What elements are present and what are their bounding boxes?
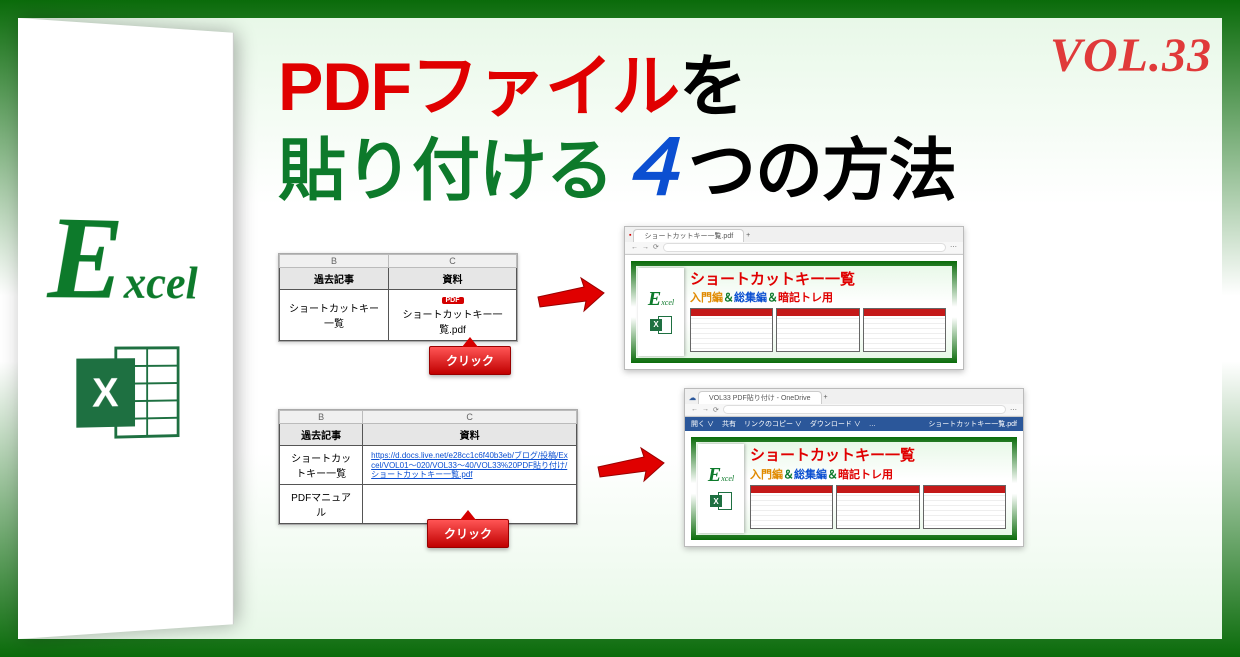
pdf-badge-icon: PDF: [442, 297, 464, 304]
mini-title: ショートカットキー一覧: [690, 271, 855, 288]
table-cell-link[interactable]: https://d.docs.live.net/e28cc1c6f40b3eb/…: [363, 446, 577, 485]
mini-door-panel: Excel X: [638, 268, 684, 357]
hyperlink-text[interactable]: https://d.docs.live.net/e28cc1c6f40b3eb/…: [371, 451, 568, 480]
excel-icon-x: X: [76, 358, 135, 427]
nav-forward-icon[interactable]: →: [642, 244, 649, 251]
table-header-right: 資料: [363, 424, 577, 446]
nav-forward-icon[interactable]: →: [702, 406, 709, 413]
toolbar-open[interactable]: 開く ∨: [691, 419, 714, 429]
excel-snippet-2: B C 過去記事 資料 ショートカットキー一覧 https://d.docs.l…: [278, 409, 578, 525]
excel-icon: X: [76, 338, 179, 447]
mini-subtitle: 入門編＆総集編＆暗記トレ用: [690, 289, 946, 305]
mini-tables: [690, 308, 946, 352]
example-row-2: B C 過去記事 資料 ショートカットキー一覧 https://d.docs.l…: [278, 388, 1202, 547]
mini-excel-icon: X: [650, 314, 672, 336]
mini-excel-icon: X: [710, 490, 732, 512]
title-part-wo: を: [679, 49, 746, 125]
pdf-page-thumbnail: VOL. 48 Excel X: [631, 261, 957, 364]
col-header-b: B: [280, 255, 389, 268]
toolbar-filename: ショートカットキー一覧.pdf: [928, 419, 1017, 429]
click-callout-2: クリック: [427, 519, 509, 548]
door-panel: Excel X: [18, 18, 234, 639]
table-cell-pdf-object[interactable]: PDF ショートカットキー一覧.pdf: [389, 290, 517, 341]
examples: B C 過去記事 資料 ショートカットキー一覧 PDF: [278, 226, 1202, 547]
table-cell-left: ショートカットキー一覧: [280, 446, 363, 485]
toolbar-copylink[interactable]: リンクのコピー ∨: [744, 419, 802, 429]
address-bar[interactable]: [663, 243, 946, 252]
table-cell-left: ショートカットキー一覧: [280, 290, 389, 341]
browser-chrome: ▪ ショートカットキー一覧.pdf + ← → ⟳ ⋯: [625, 227, 963, 255]
title-part-ways: つの方法: [688, 133, 956, 209]
excel-wordmark: Excel: [28, 209, 224, 310]
browser-preview-2: ☁ VOL33 PDF貼り付け - OneDrive + ← → ⟳ ⋯: [684, 388, 1024, 547]
col-header-b: B: [280, 411, 363, 424]
address-bar[interactable]: [723, 405, 1006, 414]
table-header-right: 資料: [389, 268, 517, 290]
toolbar-share[interactable]: 共有: [722, 419, 736, 429]
nav-reload-icon[interactable]: ⟳: [713, 406, 719, 414]
title-part-paste: 貼り付ける: [278, 133, 613, 209]
browser-preview-1: ▪ ショートカットキー一覧.pdf + ← → ⟳ ⋯: [624, 226, 964, 371]
browser-chrome: ☁ VOL33 PDF貼り付け - OneDrive + ← → ⟳ ⋯: [685, 389, 1023, 417]
pdf-page-thumbnail: VOL. 48 Excel X: [691, 437, 1017, 540]
browser-tab[interactable]: ショートカットキー一覧.pdf: [633, 229, 744, 242]
col-header-c: C: [363, 411, 577, 424]
mini-tables: [750, 485, 1006, 529]
onedrive-favicon-icon: ☁: [689, 394, 696, 402]
arrow-icon: [596, 445, 666, 490]
table-header-left: 過去記事: [280, 268, 389, 290]
canvas: VOL.33 Excel X PDFファイルを 貼り付ける４つの方法: [18, 18, 1222, 639]
nav-reload-icon[interactable]: ⟳: [653, 243, 659, 251]
pdf-viewport: VOL. 48 Excel X: [625, 255, 963, 370]
browser-tab[interactable]: VOL33 PDF貼り付け - OneDrive: [698, 391, 822, 404]
click-callout-1: クリック: [429, 346, 511, 375]
pdf-favicon-icon: ▪: [629, 232, 631, 239]
browser-menu-icon[interactable]: ⋯: [1010, 406, 1017, 414]
toolbar-more[interactable]: …: [869, 421, 876, 428]
letter-xcel: xcel: [124, 256, 198, 308]
col-header-c: C: [389, 255, 517, 268]
title-part-pdf: PDFファイル: [278, 49, 679, 125]
arrow-icon: [536, 275, 606, 320]
pdf-filename: ショートカットキー一覧.pdf: [403, 310, 503, 336]
pdf-viewport: VOL. 48 Excel X: [685, 431, 1023, 546]
onedrive-toolbar: 開く ∨ 共有 リンクのコピー ∨ ダウンロード ∨ … ショートカットキー一覧…: [685, 417, 1023, 431]
table-header-left: 過去記事: [280, 424, 363, 446]
new-tab-button[interactable]: +: [746, 232, 750, 239]
mini-title: ショートカットキー一覧: [750, 447, 915, 464]
main-area: PDFファイルを 貼り付ける４つの方法 B C 過去記事: [248, 18, 1222, 639]
example-row-1: B C 過去記事 資料 ショートカットキー一覧 PDF: [278, 226, 1202, 371]
excel-snippet-1: B C 過去記事 資料 ショートカットキー一覧 PDF: [278, 253, 518, 342]
nav-back-icon[interactable]: ←: [691, 406, 698, 413]
thumbnail-card: VOL.33 Excel X PDFファイルを 貼り付ける４つの方法: [0, 0, 1240, 657]
page-title: PDFファイルを 貼り付ける４つの方法: [278, 48, 1202, 214]
mini-subtitle: 入門編＆総集編＆暗記トレ用: [750, 466, 1006, 482]
new-tab-button[interactable]: +: [824, 394, 828, 401]
browser-menu-icon[interactable]: ⋯: [950, 243, 957, 251]
title-part-four: ４: [613, 127, 688, 211]
toolbar-download[interactable]: ダウンロード ∨: [810, 419, 861, 429]
table-cell-left: PDFマニュアル: [280, 485, 363, 524]
letter-e: E: [47, 209, 123, 305]
nav-back-icon[interactable]: ←: [631, 244, 638, 251]
mini-door-panel: Excel X: [698, 444, 744, 533]
